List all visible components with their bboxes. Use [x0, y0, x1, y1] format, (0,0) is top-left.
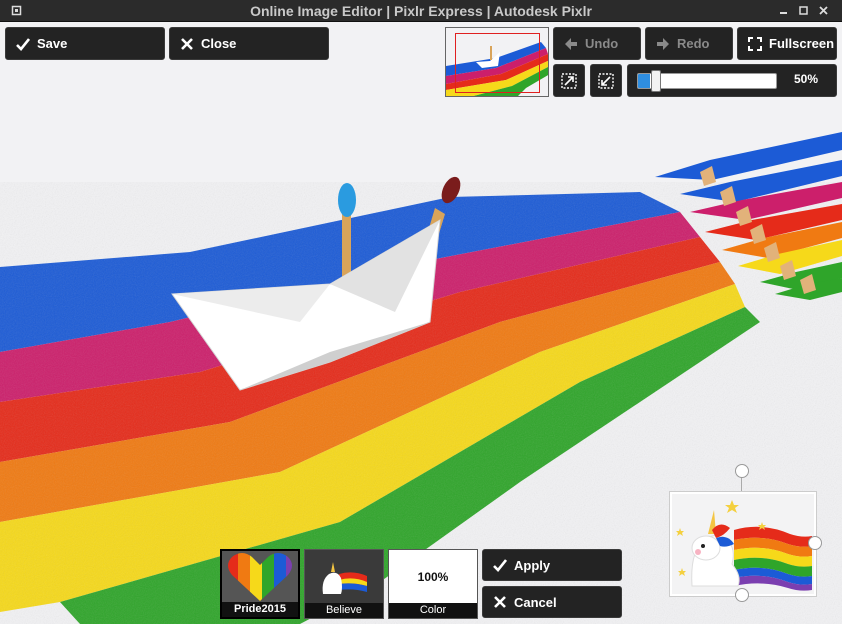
- redo-button[interactable]: Redo: [645, 27, 733, 60]
- overlay-option-believe[interactable]: Believe: [304, 549, 384, 619]
- unicorn: [691, 510, 740, 587]
- zoom-fit-button[interactable]: [553, 64, 585, 97]
- fullscreen-label: Fullscreen: [769, 36, 835, 51]
- resize-handle-right[interactable]: [808, 536, 822, 550]
- color-label: Color: [389, 603, 477, 618]
- arrow-left-icon: [565, 37, 577, 50]
- navigator-thumbnail[interactable]: [445, 27, 549, 97]
- maximize-icon[interactable]: [798, 5, 809, 16]
- rainbow-flag: [734, 526, 812, 591]
- save-label: Save: [37, 36, 68, 51]
- navigator-viewport[interactable]: [455, 33, 540, 93]
- apply-label: Apply: [514, 557, 551, 573]
- zoom-fit-icon: [561, 72, 577, 89]
- save-button[interactable]: Save: [5, 27, 165, 60]
- unicorn-sticker: [676, 500, 812, 591]
- color-option[interactable]: 100% Color: [388, 549, 478, 619]
- zoom-level-label: 50%: [793, 72, 818, 86]
- resize-handle-bottom[interactable]: [735, 588, 749, 602]
- apply-button[interactable]: Apply: [482, 549, 622, 581]
- title-bar: Online Image Editor | Pixlr Express | Au…: [0, 0, 842, 22]
- close-button[interactable]: Close: [169, 27, 329, 60]
- rainbow-heart-thumbnail: [222, 551, 298, 604]
- undo-label: Undo: [585, 36, 619, 51]
- sticker-selection[interactable]: [670, 492, 816, 596]
- rotate-handle[interactable]: [735, 464, 749, 478]
- checkmark-icon: [16, 37, 30, 51]
- close-label: Close: [201, 36, 237, 51]
- overlay-label-believe: Believe: [305, 603, 383, 618]
- x-icon: [181, 37, 193, 50]
- zoom-actual-button[interactable]: [590, 64, 622, 97]
- unicorn-thumbnail: [305, 550, 383, 604]
- undo-button[interactable]: Undo: [553, 27, 641, 60]
- opacity-value: 100%: [389, 550, 477, 603]
- zoom-actual-icon: [598, 72, 614, 89]
- fullscreen-button[interactable]: Fullscreen: [737, 27, 837, 60]
- rotate-handle-line: [741, 477, 742, 492]
- overlay-option-pride2015[interactable]: Pride2015: [220, 549, 300, 619]
- checkmark-icon: [493, 559, 507, 572]
- cancel-label: Cancel: [514, 594, 557, 610]
- window-title: Online Image Editor | Pixlr Express | Au…: [250, 3, 592, 19]
- redo-label: Redo: [677, 36, 710, 51]
- minimize-icon[interactable]: [778, 5, 789, 16]
- arrow-right-icon: [657, 37, 669, 50]
- zoom-control: 50%: [627, 64, 837, 97]
- cancel-button[interactable]: Cancel: [482, 586, 622, 618]
- close-window-icon[interactable]: [818, 5, 829, 16]
- zoom-slider-handle[interactable]: [651, 70, 661, 92]
- overlay-label-pride2015: Pride2015: [222, 602, 298, 617]
- zoom-slider-fill: [638, 74, 650, 88]
- x-icon: [494, 596, 506, 608]
- fullscreen-icon: [748, 36, 762, 51]
